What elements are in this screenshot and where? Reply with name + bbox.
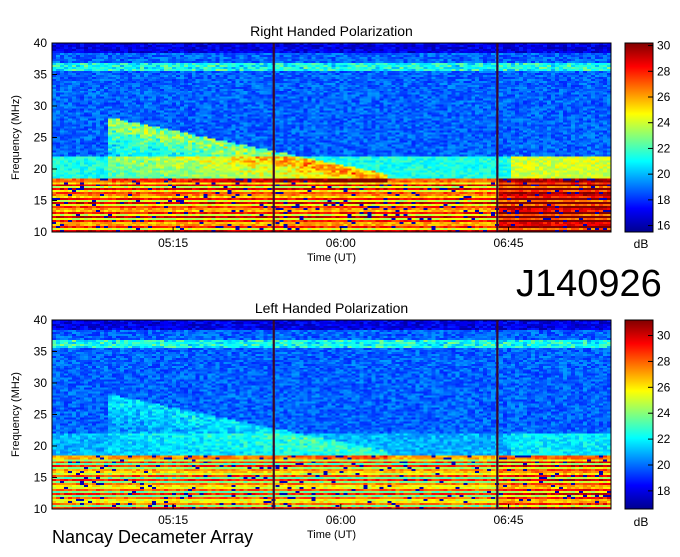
- spectrogram-figure: Right Handed Polarization 10 15 20 25 30 35 40 F…: [0, 0, 680, 552]
- rhp-panel: Right Handed Polarization10152025303540F…: [10, 23, 671, 264]
- spectrogram-cells: [52, 43, 612, 233]
